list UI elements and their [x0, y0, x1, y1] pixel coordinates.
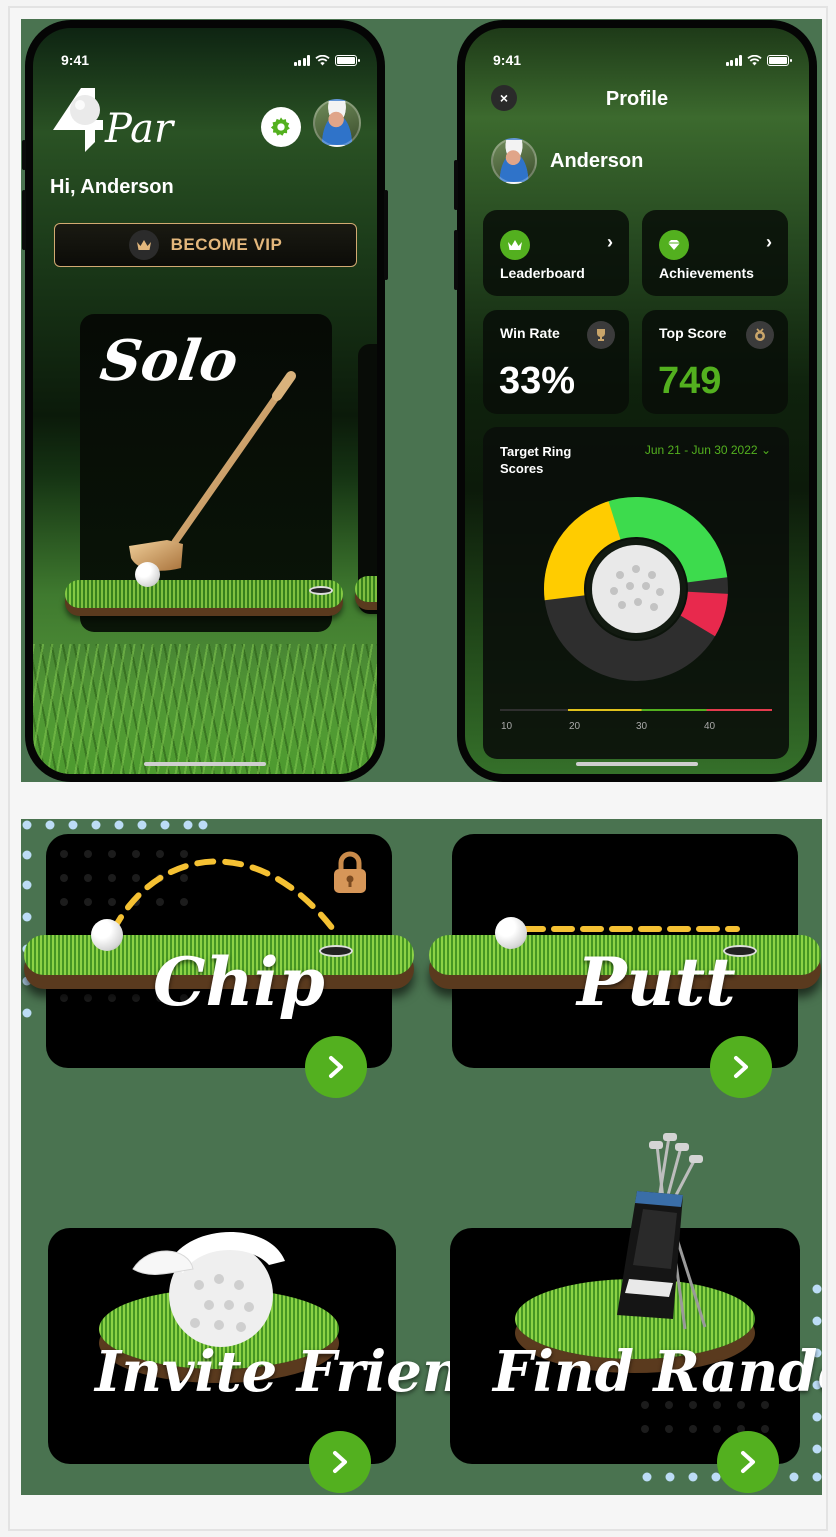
next-mode-card-peek[interactable] [358, 344, 377, 614]
chevron-down-icon: ⌄ [760, 443, 771, 457]
lock-icon [334, 851, 366, 893]
golf-ball [135, 562, 160, 587]
profile-phone: 9:41 × Profile Anderson › Leaderboard › … [454, 20, 817, 782]
target-ring-card: Target Ring Scores Jun 21 - Jun 30 2022 … [483, 427, 789, 759]
battery-icon [335, 54, 360, 66]
become-vip-label: BECOME VIP [170, 235, 283, 254]
chevron-right-icon [734, 1056, 748, 1078]
axis-tick: 40 [704, 721, 716, 732]
target-ring-title: Target Ring Scores [500, 444, 572, 476]
win-rate-label: Win Rate [500, 325, 560, 341]
app-logo-text: Par [105, 106, 174, 152]
top-score-label: Top Score [659, 325, 727, 341]
phone-side-button [454, 230, 458, 290]
status-bar: 9:41 [493, 50, 792, 70]
user-avatar[interactable] [313, 99, 361, 147]
turf-strip-peek [355, 576, 377, 602]
chevron-right-icon [741, 1451, 755, 1473]
chip-mode-title: Chip [153, 943, 325, 1021]
gear-icon [270, 117, 290, 136]
status-time: 9:41 [61, 52, 90, 68]
phone-side-button [384, 190, 388, 280]
page-title: Profile [605, 88, 669, 110]
status-icons [725, 54, 792, 66]
find-random-title: Find Random [493, 1339, 822, 1405]
axis-tick: 10 [501, 721, 513, 732]
chevron-right-icon: › [766, 232, 772, 252]
phone-side-button [454, 160, 458, 210]
score-axis-bar [500, 709, 772, 711]
crown-icon [500, 230, 530, 260]
chevron-right-icon [329, 1056, 343, 1078]
turf-strip [65, 580, 343, 608]
leaderboard-label: Leaderboard [500, 265, 585, 281]
grass-background [33, 644, 377, 774]
phone-side-button [22, 190, 26, 250]
golf-ball [91, 919, 123, 951]
wifi-icon [747, 54, 762, 65]
axis-tick: 30 [636, 721, 648, 732]
chip-trajectory [110, 858, 336, 934]
golf-ball [495, 917, 527, 949]
win-rate-value: 33% [499, 360, 576, 402]
become-vip-button[interactable]: BECOME VIP [54, 223, 357, 267]
leaderboard-tile[interactable]: › Leaderboard [483, 210, 629, 296]
home-phone: 9:41 Par Hi, Anderson BECOME VIP Solo [22, 20, 388, 782]
date-range-selector[interactable]: Jun 21 - Jun 30 2022 ⌄ [645, 443, 771, 457]
chip-go-button[interactable] [305, 1036, 367, 1098]
invite-friends-go-button[interactable] [309, 1431, 371, 1493]
status-icons [293, 54, 360, 66]
win-rate-tile: Win Rate 33% [483, 310, 629, 414]
putt-mode-title: Putt [577, 943, 736, 1021]
greeting-text: Hi, Anderson [50, 176, 174, 198]
golf-club-icon [129, 371, 296, 571]
medal-icon [746, 321, 774, 349]
achievements-label: Achievements [659, 265, 754, 281]
battery-icon [767, 54, 792, 66]
top-score-value: 749 [658, 360, 722, 402]
home-indicator [144, 762, 266, 766]
signal-icon [293, 54, 310, 66]
chevron-right-icon [333, 1451, 347, 1473]
trophy-icon [587, 321, 615, 349]
showcase-bottom-panel: Chip Putt Invite Friends Find Rand [21, 819, 822, 1495]
golf-hole [309, 586, 333, 595]
crown-icon [128, 230, 159, 260]
profile-name: Anderson [550, 150, 644, 172]
diamond-icon [659, 230, 689, 260]
profile-screen: 9:41 × Profile Anderson › Leaderboard › … [465, 28, 809, 774]
home-screen: 9:41 Par Hi, Anderson BECOME VIP Solo [33, 28, 377, 774]
chevron-right-icon: › [607, 232, 613, 252]
putt-trajectory [522, 926, 740, 932]
golf-bag-icon [617, 1133, 707, 1330]
profile-avatar [491, 138, 537, 184]
phone-side-button [22, 140, 26, 170]
achievements-tile[interactable]: › Achievements [642, 210, 788, 296]
showcase-top-panel: 9:41 Par Hi, Anderson BECOME VIP Solo 9:… [21, 19, 822, 782]
status-time: 9:41 [493, 52, 522, 68]
putt-go-button[interactable] [710, 1036, 772, 1098]
home-indicator [576, 762, 698, 766]
target-ring-chart [544, 497, 728, 681]
date-range-label: Jun 21 - Jun 30 2022 [644, 443, 758, 457]
wifi-icon [315, 54, 330, 65]
settings-button[interactable] [261, 107, 301, 147]
status-bar: 9:41 [61, 50, 360, 70]
find-random-go-button[interactable] [717, 1431, 779, 1493]
top-score-tile: Top Score 749 [642, 310, 788, 414]
golf-ball-visor-icon [132, 1231, 285, 1347]
axis-tick: 20 [569, 721, 581, 732]
signal-icon [725, 54, 742, 66]
